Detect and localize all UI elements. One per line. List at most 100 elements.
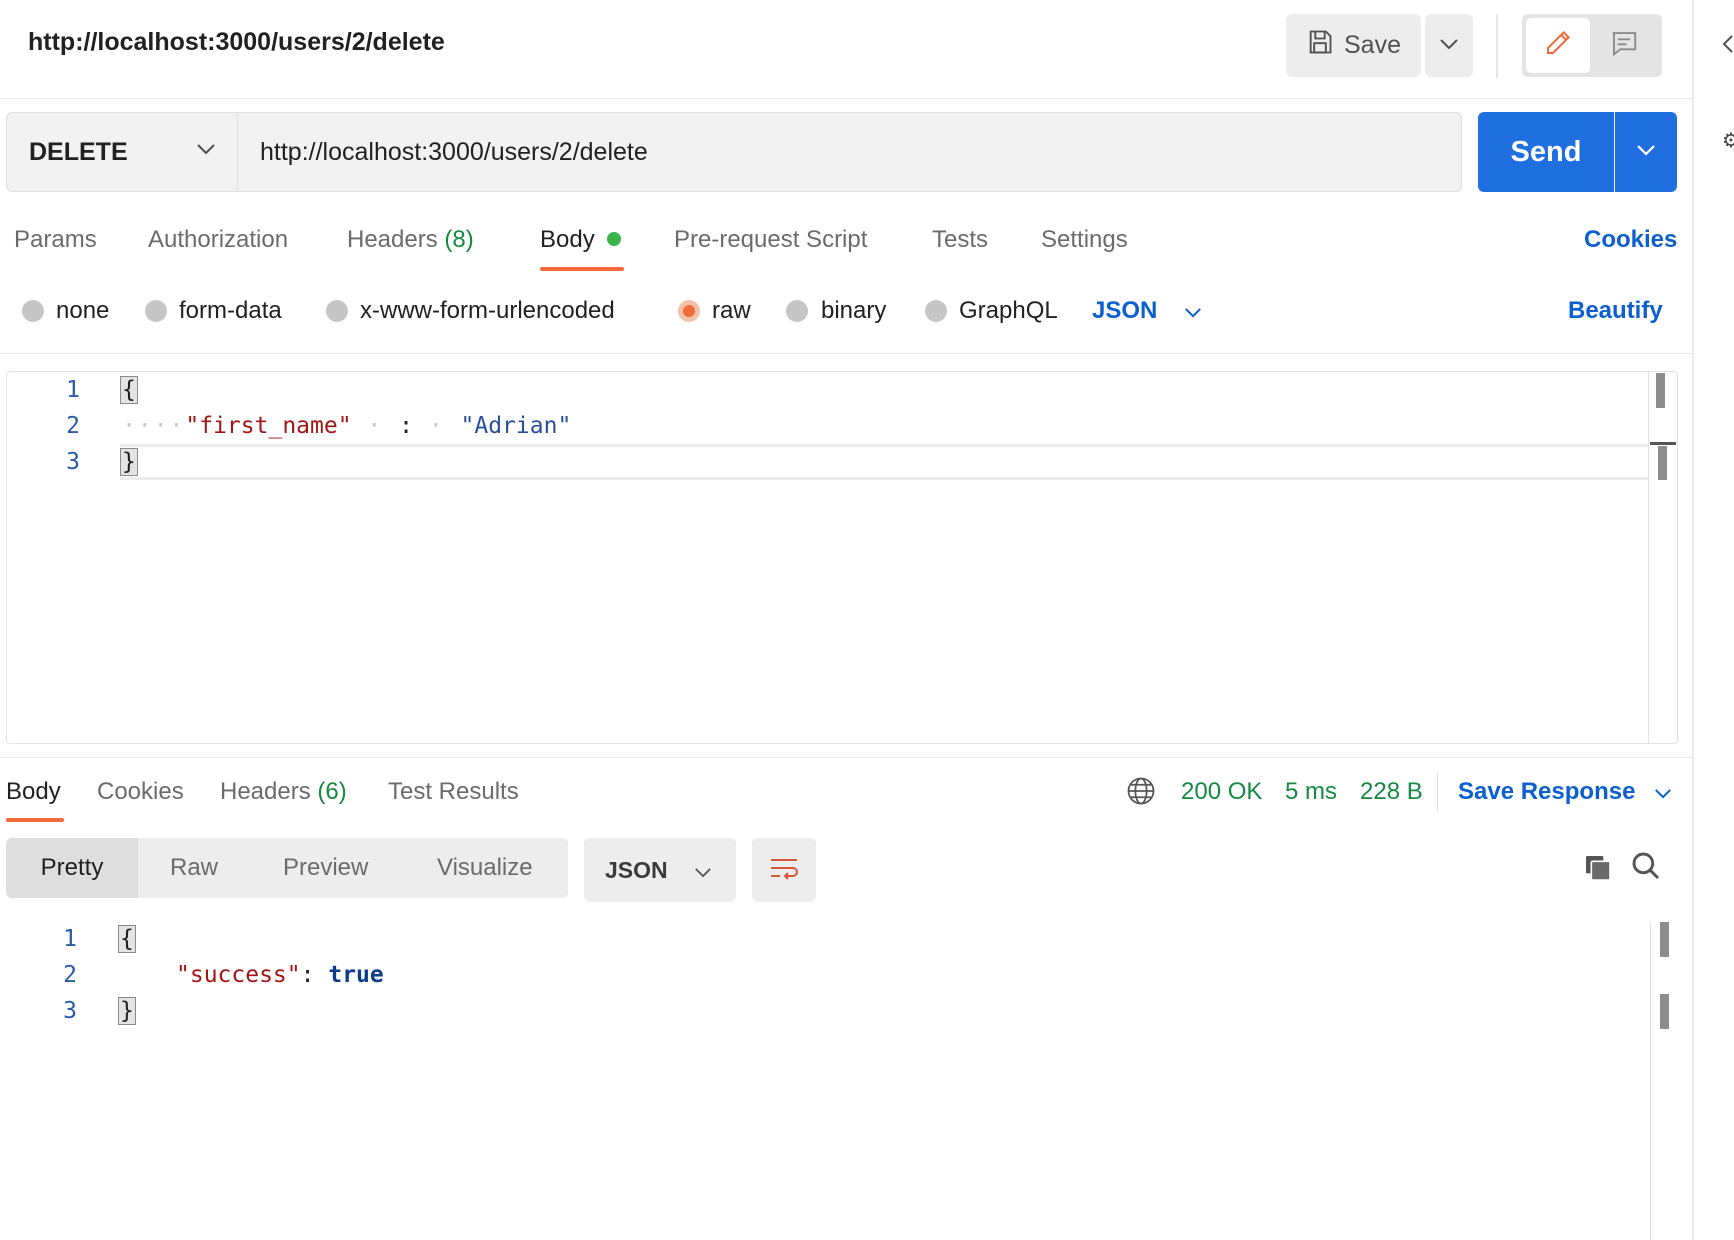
tab-headers-label: Headers [347,226,438,253]
response-scrollbar-track [1650,922,1651,1240]
response-tab-test-results[interactable]: Test Results [388,778,519,806]
save-options-dropdown[interactable] [1425,14,1473,77]
radio-none-label: none [56,297,110,324]
request-title[interactable]: http://localhost:3000/users/2/delete [28,28,445,57]
response-code-line-2: "success": true [176,962,384,988]
send-button[interactable]: Send [1478,112,1614,192]
json-key: "first_name" [185,413,352,439]
current-line-highlight [120,444,1648,480]
json-colon: : [399,413,413,439]
response-active-tab-underline [6,818,64,822]
editor-scrollbar-track [1648,372,1649,743]
radio-urlencoded[interactable] [326,300,348,322]
save-button[interactable]: Save [1286,14,1421,77]
editor-scrollbar-marker [1658,446,1667,480]
open-brace: { [120,376,138,404]
editor-cursor-marker [1650,442,1676,445]
send-options-dropdown[interactable] [1615,112,1677,192]
search-icon[interactable] [1630,850,1662,887]
status-code[interactable]: 200 OK [1181,778,1262,806]
close-brace: } [118,997,136,1025]
radio-raw[interactable] [678,300,700,322]
radio-binary-label: binary [821,297,887,324]
tab-headers-count: (8) [444,226,474,253]
response-tab-body[interactable]: Body [6,778,61,806]
copy-icon[interactable] [1582,852,1614,889]
response-format-dropdown[interactable]: JSON [584,838,736,902]
wrap-lines-button[interactable] [752,838,816,902]
right-sidebar-border [1692,0,1694,1240]
line-number: 1 [63,926,77,952]
response-tab-cookies[interactable]: Cookies [97,778,184,806]
open-brace: { [118,925,136,953]
response-tab-headers-label: Headers [220,778,311,805]
url-value: http://localhost:3000/users/2/delete [260,137,648,166]
chevron-left-icon[interactable] [1722,34,1734,59]
status-divider [1437,772,1438,812]
tab-settings[interactable]: Settings [1041,226,1128,254]
response-scrollbar-marker [1660,994,1669,1029]
radio-raw-label: raw [712,297,751,324]
code-line-2: ····"first_name" · : · "Adrian" [122,413,572,439]
comment-icon [1609,28,1639,63]
chevron-down-icon [1184,297,1202,324]
pencil-icon [1543,28,1573,63]
tab-headers[interactable]: Headers (8) [347,226,474,254]
tab-tests[interactable]: Tests [932,226,988,254]
radio-urlencoded-label: x-www-form-urlencoded [360,297,615,324]
response-tab-headers[interactable]: Headers (6) [220,778,347,806]
code-line-3: } [120,448,138,476]
json-colon: : [300,962,315,988]
beautify-link[interactable]: Beautify [1568,297,1663,325]
json-value: "Adrian" [460,413,572,439]
chevron-down-icon [1636,143,1656,161]
active-tab-underline [540,267,624,271]
line-number: 3 [63,998,77,1024]
json-key: "success" [176,962,301,988]
view-preview-button[interactable]: Preview [283,838,368,898]
edit-mode-button[interactable] [1526,18,1590,73]
body-format-label: JSON [1092,297,1158,324]
view-raw-button[interactable]: Raw [170,838,218,898]
url-input[interactable]: http://localhost:3000/users/2/delete [237,112,1462,192]
chevron-down-icon [1439,37,1459,55]
save-response-dropdown[interactable]: Save Response [1458,778,1672,806]
indent-whitespace: ···· [122,413,186,439]
response-size[interactable]: 228 B [1360,778,1423,806]
body-format-dropdown[interactable]: JSON [1092,297,1202,325]
save-icon [1306,28,1334,63]
line-number: 1 [66,377,80,403]
code-line-1: { [120,376,138,404]
view-visualize-button[interactable]: Visualize [437,838,533,898]
sidebar-gear-icon[interactable]: ⚙ [1722,128,1734,153]
radio-none[interactable] [22,300,44,322]
tab-authorization[interactable]: Authorization [148,226,288,254]
editor-scrollbar-thumb[interactable] [1656,373,1665,408]
chevron-down-icon [1654,778,1672,805]
save-response-label: Save Response [1458,778,1636,805]
radio-form-data[interactable] [145,300,167,322]
tab-body[interactable]: Body [540,226,595,254]
method-label: DELETE [29,137,128,166]
radio-graphql[interactable] [925,300,947,322]
response-scrollbar-thumb[interactable] [1660,922,1669,957]
response-code-line-3: } [118,997,136,1025]
tab-pre-request-script[interactable]: Pre-request Script [674,226,867,254]
chevron-down-icon [694,857,712,884]
chevron-down-icon [196,142,216,160]
radio-binary[interactable] [786,300,808,322]
response-time[interactable]: 5 ms [1285,778,1337,806]
radio-graphql-label: GraphQL [959,297,1058,324]
line-number: 2 [66,413,80,439]
save-label: Save [1344,31,1401,59]
comments-mode-button[interactable] [1590,18,1658,73]
json-value: true [328,962,384,988]
response-tab-headers-count: (6) [317,778,347,805]
line-number: 3 [66,449,80,475]
close-brace: } [120,448,138,476]
tab-params[interactable]: Params [14,226,97,254]
cookies-link[interactable]: Cookies [1584,226,1677,254]
globe-icon[interactable] [1126,776,1156,811]
response-format-label: JSON [605,856,668,883]
view-pretty-button[interactable]: Pretty [6,838,138,898]
